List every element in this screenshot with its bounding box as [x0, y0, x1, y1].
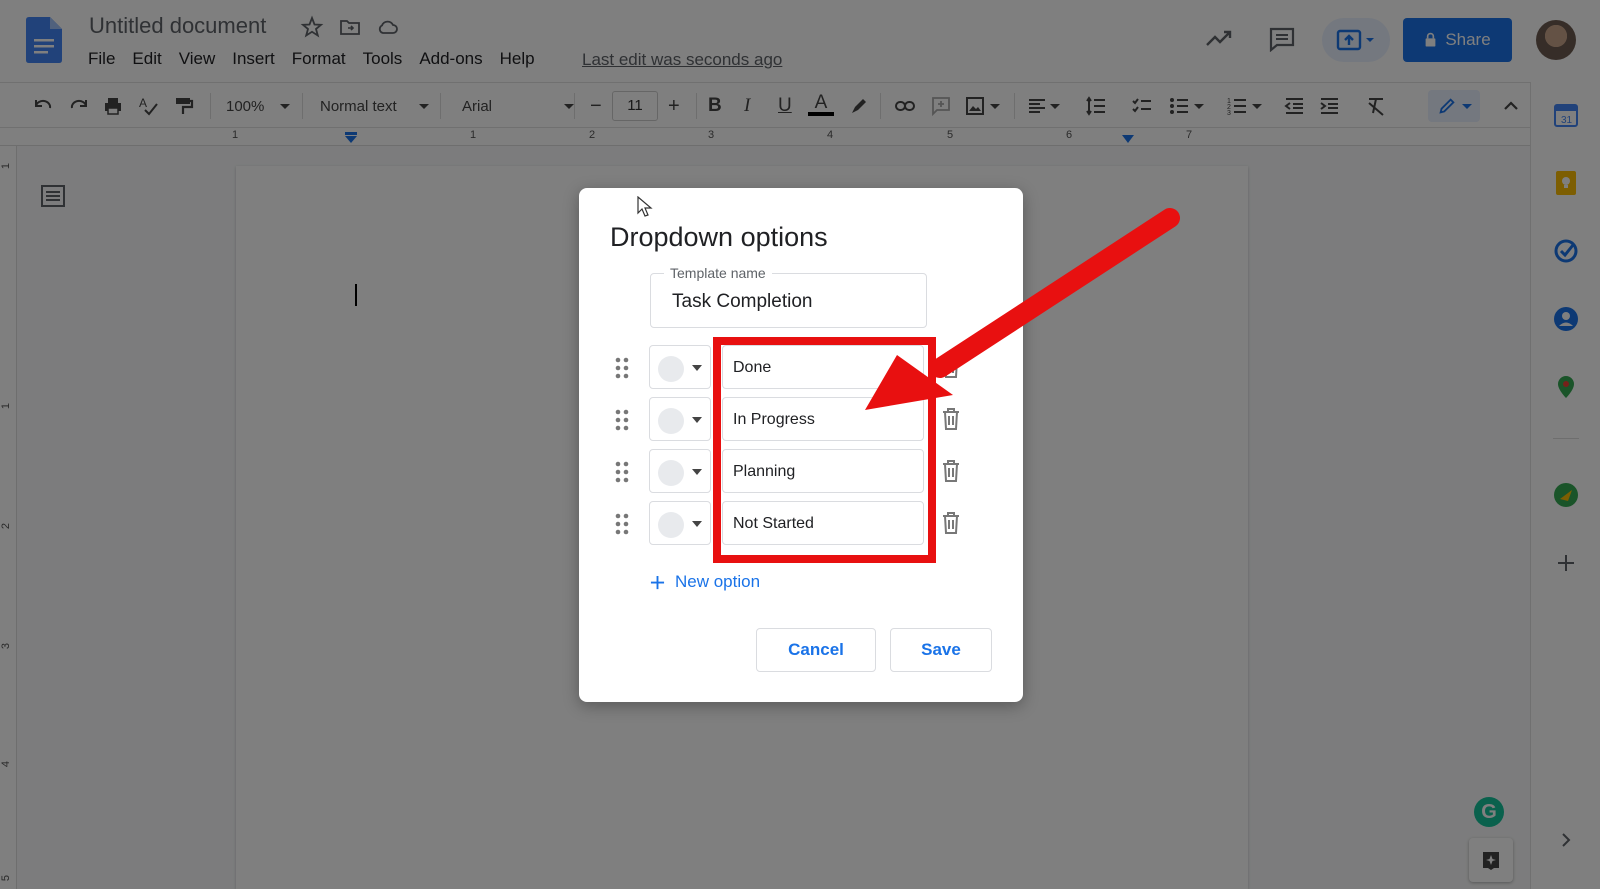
template-name-field[interactable]: Template name Task Completion [650, 265, 927, 328]
new-option-button[interactable]: New option [650, 572, 760, 592]
trash-icon[interactable] [940, 511, 962, 535]
highlight-box [713, 337, 936, 563]
drag-handle-icon[interactable] [615, 409, 629, 431]
drag-handle-icon[interactable] [615, 461, 629, 483]
drag-handle-icon[interactable] [615, 513, 629, 535]
template-name-value: Task Completion [672, 291, 813, 312]
color-swatch [658, 460, 684, 486]
option-color-picker[interactable] [649, 501, 711, 545]
mouse-pointer-icon [637, 196, 653, 217]
drag-handle-icon[interactable] [615, 357, 629, 379]
trash-icon[interactable] [940, 355, 962, 379]
color-swatch [658, 356, 684, 382]
plus-icon [650, 575, 665, 589]
cancel-button[interactable]: Cancel [756, 628, 876, 672]
chevron-down-icon [692, 521, 702, 527]
trash-icon[interactable] [940, 459, 962, 483]
color-swatch [658, 408, 684, 434]
option-color-picker[interactable] [649, 397, 711, 441]
new-option-label: New option [675, 572, 761, 591]
trash-icon[interactable] [940, 407, 962, 431]
option-color-picker[interactable] [649, 449, 711, 493]
chevron-down-icon [692, 469, 702, 475]
save-button[interactable]: Save [890, 628, 992, 672]
dialog-title: Dropdown options [610, 222, 828, 252]
color-swatch [658, 512, 684, 538]
chevron-down-icon [692, 417, 702, 423]
option-color-picker[interactable] [649, 345, 711, 389]
chevron-down-icon [692, 365, 702, 371]
template-name-label: Template name [664, 265, 772, 281]
